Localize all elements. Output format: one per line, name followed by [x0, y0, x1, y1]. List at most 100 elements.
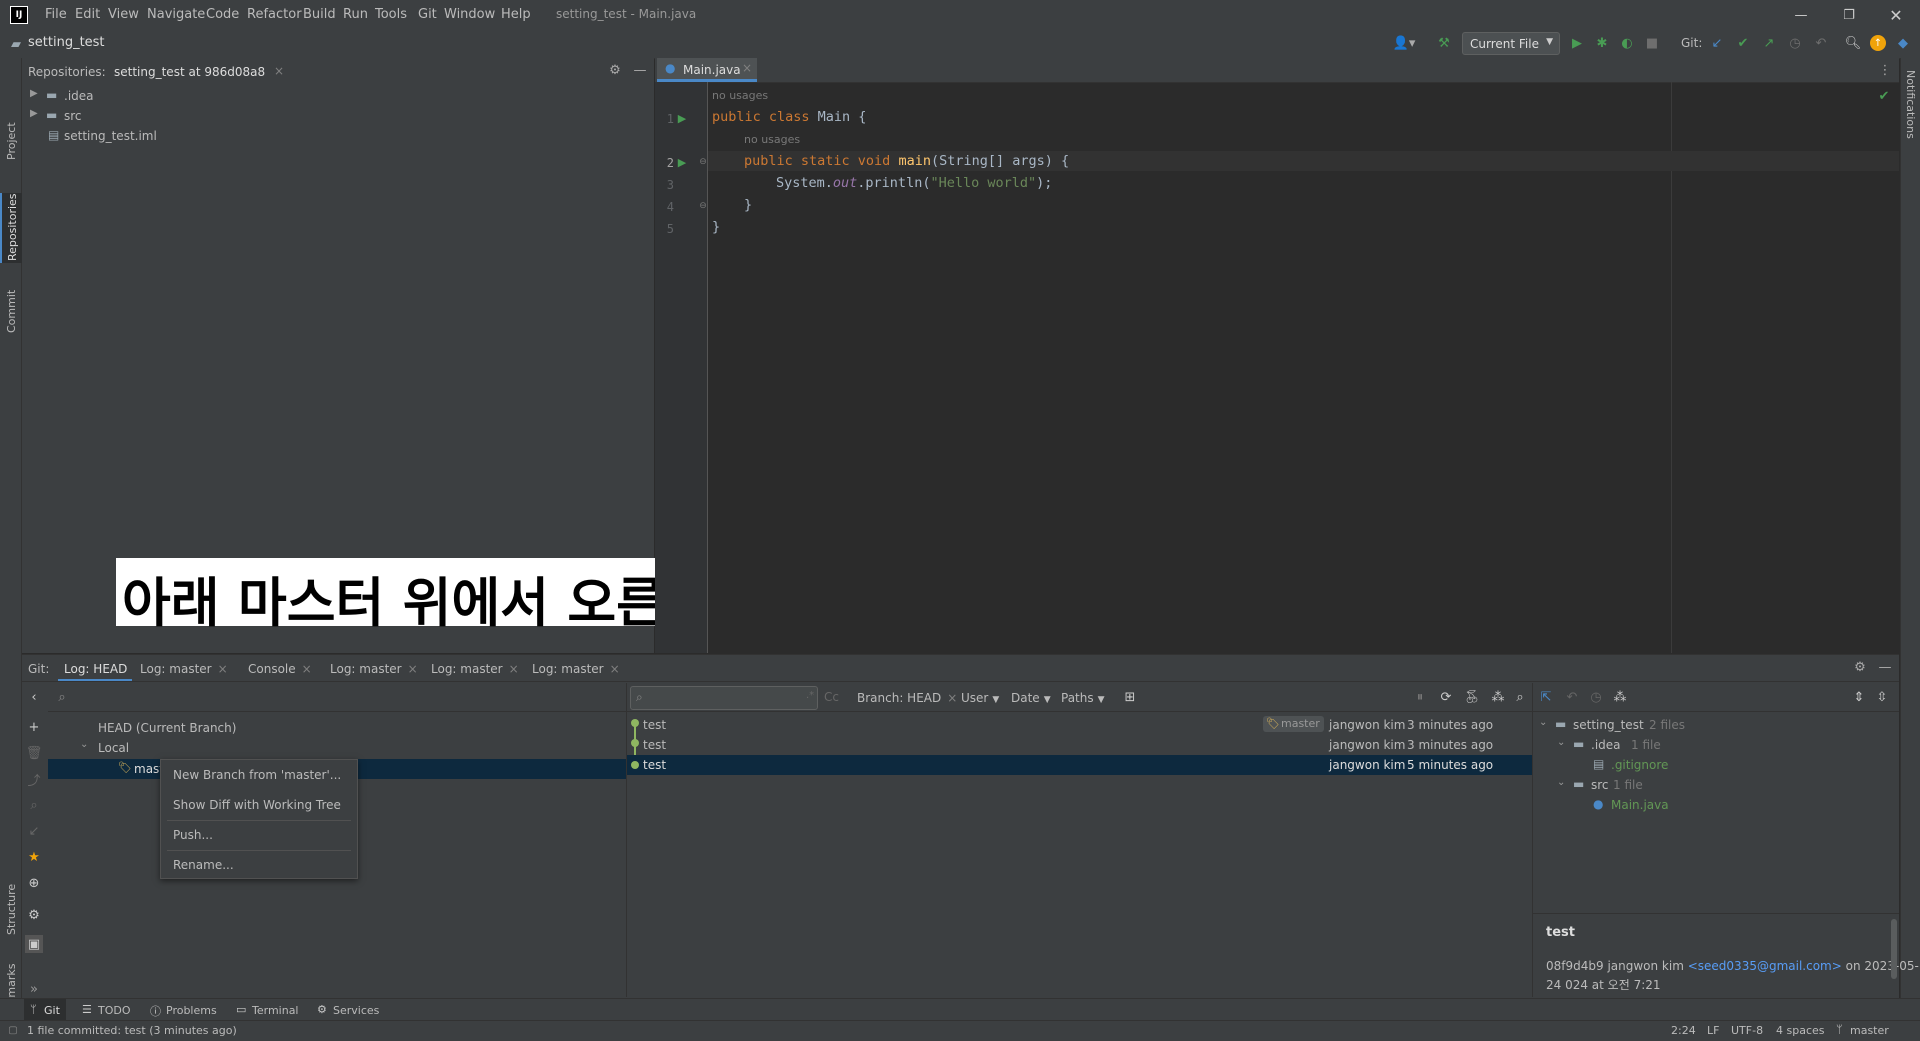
favorite-star-icon[interactable]: ★	[26, 849, 42, 865]
close-icon[interactable]: ×	[947, 691, 957, 705]
build-hammer-icon[interactable]: ⚒	[1434, 33, 1454, 53]
tool-project[interactable]: Project	[5, 122, 18, 160]
tree-item-src[interactable]: ▶ ▬ src	[22, 106, 654, 126]
code-line-2[interactable]: public static void main(String[] args) {	[744, 153, 1069, 169]
commit-row[interactable]: test 🏷︎ master jangwon kim 3 minutes ago	[627, 715, 1532, 735]
code-line-5[interactable]: }	[712, 219, 720, 235]
graph-options-icon[interactable]: ⁂	[1489, 688, 1507, 706]
run-gutter-icon[interactable]: ▶	[676, 110, 688, 126]
menu-edit[interactable]: Edit	[75, 7, 100, 22]
more-options-icon[interactable]: ⋮	[1877, 62, 1893, 78]
branch-head[interactable]: HEAD (Current Branch)	[98, 721, 236, 735]
stop-icon[interactable]: ■	[1642, 33, 1662, 53]
more-icon[interactable]: »	[26, 981, 42, 997]
tool-structure[interactable]: Structure	[5, 884, 18, 935]
close-icon[interactable]: ×	[742, 61, 752, 75]
menu-navigate[interactable]: Navigate	[147, 7, 205, 22]
rollback-icon[interactable]: ↶	[1811, 33, 1831, 53]
minimize-icon[interactable]: —	[1790, 4, 1812, 26]
hide-panel-icon[interactable]: —	[632, 62, 648, 78]
file-encoding[interactable]: UTF-8	[1731, 1024, 1763, 1037]
close-icon[interactable]: ×	[274, 64, 284, 78]
menu-item-show-diff[interactable]: Show Diff with Working Tree	[173, 798, 341, 812]
group-by-icon[interactable]: ⁂	[1611, 688, 1629, 706]
search-icon[interactable]: ⌕	[26, 797, 42, 813]
line-separator[interactable]: LF	[1707, 1024, 1719, 1037]
refresh-icon[interactable]: ⟳	[1437, 688, 1455, 706]
run-icon[interactable]: ▶	[1567, 33, 1587, 53]
close-icon[interactable]: ×	[302, 662, 312, 676]
gear-icon[interactable]: ⚙	[607, 62, 623, 78]
toolbox-icon[interactable]: ◆	[1893, 33, 1913, 53]
git-tab-log-master-4[interactable]: Log: master ×	[532, 662, 620, 676]
group-by-icon[interactable]: ▣	[25, 935, 43, 953]
tool-repositories-active[interactable]: Repositories	[0, 193, 23, 263]
history-icon[interactable]: ◷	[1785, 33, 1805, 53]
history-icon[interactable]: ◷	[1587, 688, 1605, 706]
tree-item-idea[interactable]: ▶ ▬ .idea	[22, 86, 654, 106]
chevron-down-icon[interactable]: ⌄	[1557, 737, 1565, 748]
current-branch[interactable]: master	[1850, 1024, 1889, 1037]
menu-run[interactable]: Run	[343, 7, 368, 22]
add-icon[interactable]: +	[26, 719, 42, 735]
search-icon[interactable]: 🔍︎	[1843, 33, 1863, 53]
tree-item-iml[interactable]: ▤ setting_test.iml	[22, 126, 654, 146]
git-update-icon[interactable]: ↙	[1707, 33, 1727, 53]
collapse-all-icon[interactable]: ⇳	[1873, 688, 1891, 706]
changes-tree-idea[interactable]: ⌄ ▬ .idea 1 file	[1533, 735, 1899, 755]
match-case-toggle[interactable]: Cc	[824, 690, 839, 704]
project-name-breadcrumb[interactable]: setting_test	[28, 35, 105, 50]
delete-icon[interactable]: 🗑︎	[26, 745, 43, 761]
menu-git[interactable]: Git	[418, 7, 437, 22]
git-tab-log-master-3[interactable]: Log: master ×	[431, 662, 519, 676]
chevron-down-icon[interactable]: ⌄	[80, 739, 88, 750]
menu-item-rename[interactable]: Rename...	[173, 858, 234, 872]
new-tab-icon[interactable]: ⊞	[1121, 688, 1139, 706]
code-line-4[interactable]: }	[744, 197, 752, 213]
run-gutter-icon[interactable]: ▶	[676, 154, 688, 170]
target-icon[interactable]: ⊕	[26, 875, 42, 891]
collapse-left-icon[interactable]: ‹	[26, 689, 42, 705]
chevron-right-icon[interactable]: ▶	[30, 108, 38, 119]
log-search-input[interactable]: ⌕ .* Cc	[630, 686, 839, 710]
git-tab-log-master-2[interactable]: Log: master ×	[330, 662, 418, 676]
menu-tools[interactable]: Tools	[375, 7, 407, 22]
git-tab-console[interactable]: Console ×	[248, 662, 312, 676]
changes-tree-gitignore[interactable]: ▤ .gitignore	[1533, 755, 1899, 775]
scrollbar[interactable]	[1891, 919, 1897, 979]
close-icon[interactable]: ×	[509, 662, 519, 676]
show-diff-icon[interactable]: ⇱	[1537, 688, 1555, 706]
git-push-icon[interactable]: ↗	[1759, 33, 1779, 53]
menu-item-new-branch[interactable]: New Branch from 'master'...	[173, 768, 341, 782]
branch-group-local[interactable]: Local	[98, 741, 129, 755]
changes-tree-main-java[interactable]: ● Main.java	[1533, 795, 1899, 815]
settings-icon[interactable]: ⚙	[26, 907, 42, 923]
user-icon[interactable]: 👤▾	[1390, 33, 1418, 53]
changes-tree-src[interactable]: ⌄ ▬ src 1 file	[1533, 775, 1899, 795]
indent-setting[interactable]: 4 spaces	[1776, 1024, 1825, 1037]
changes-tree-root[interactable]: ⌄ ▬ setting_test 2 files	[1533, 715, 1899, 735]
caret-position[interactable]: 2:24	[1671, 1024, 1696, 1037]
code-line-3[interactable]: System.out.println("Hello world");	[776, 175, 1052, 191]
tool-commit[interactable]: Commit	[5, 290, 18, 333]
fold-icon[interactable]: ⊖	[698, 156, 708, 168]
git-tab-log-master[interactable]: Log: master ×	[140, 662, 228, 676]
gear-icon[interactable]: ⚙	[1852, 659, 1868, 675]
search-icon[interactable]: ⌕	[54, 689, 70, 705]
bottom-tab-git[interactable]: ᛘ Git	[24, 999, 66, 1021]
close-icon[interactable]: ×	[408, 662, 418, 676]
menu-help[interactable]: Help	[501, 7, 531, 22]
tool-notifications[interactable]: Notifications	[1904, 70, 1917, 139]
menu-code[interactable]: Code	[206, 7, 239, 22]
inspection-ok-icon[interactable]: ✔	[1876, 88, 1892, 104]
fold-icon[interactable]: ⊖	[698, 200, 708, 212]
usage-hint[interactable]: no usages	[712, 89, 768, 102]
debug-icon[interactable]: ✱	[1592, 33, 1612, 53]
close-icon[interactable]: ×	[610, 662, 620, 676]
tool-repositories[interactable]: Repositories	[6, 193, 19, 261]
date-filter[interactable]: Date ▼	[1011, 691, 1051, 705]
update-icon[interactable]: ↑	[1870, 35, 1886, 51]
menu-build[interactable]: Build	[303, 7, 336, 22]
checkout-icon[interactable]: ⤴	[26, 771, 42, 789]
restore-icon[interactable]: ❐	[1838, 4, 1860, 26]
